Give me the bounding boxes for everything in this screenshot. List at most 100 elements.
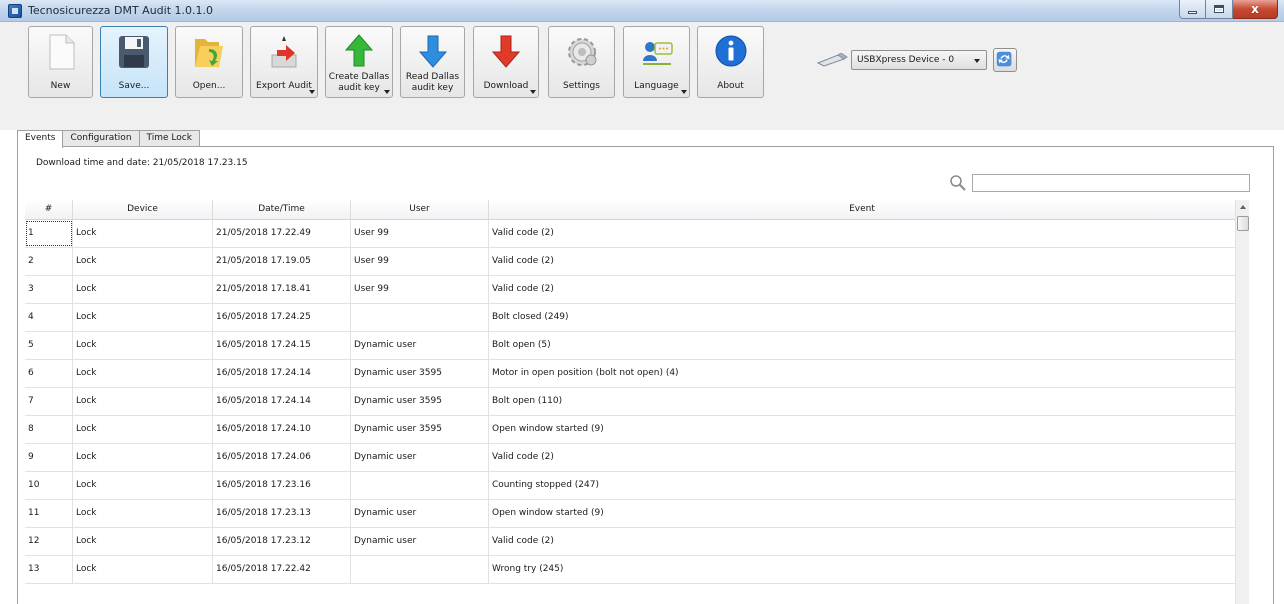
new-file-icon [49,34,74,70]
close-icon: x [1251,2,1259,16]
cell-event: Bolt open (5) [492,340,551,350]
title-bar: Tecnosicurezza DMT Audit 1.0.1.0 x [0,0,1284,22]
about-label: About [717,81,744,91]
info-icon [715,35,746,67]
vertical-scrollbar[interactable] [1235,200,1249,604]
minimize-icon [1188,10,1197,14]
open-label: Open... [192,81,226,91]
cell-datetime: 16/05/2018 17.23.13 [213,500,351,527]
device-select[interactable]: USBXpress Device - 0 [851,50,987,70]
new-label: New [50,81,71,91]
cell-device: Lock [73,472,213,499]
cell-event: Bolt closed (249) [492,312,569,322]
create-dallas-audit-key-button[interactable]: Create Dallas audit key [325,26,393,98]
cell-number: 2 [25,248,73,275]
language-dropdown-arrow-icon [681,90,687,94]
cell-device: Lock [73,416,213,443]
cell-datetime: 16/05/2018 17.24.14 [213,360,351,387]
cell-datetime: 16/05/2018 17.24.14 [213,388,351,415]
create-dallas-label-line2: audit key [338,83,380,93]
settings-button[interactable]: Settings [548,26,615,98]
cell-number: 11 [25,500,73,527]
table-row[interactable]: 3 Lock 21/05/2018 17.18.41 User 99 Valid cod… [25,276,1235,304]
about-button[interactable]: About [697,26,764,98]
tab-configuration[interactable]: Configuration [62,130,140,147]
language-button[interactable]: Language [623,26,690,98]
cell-user: User 99 [351,276,489,303]
column-header-user[interactable]: User [351,200,489,219]
usb-stick-icon [816,53,848,67]
cell-device: Lock [73,556,213,583]
table-row[interactable]: 13 Lock 16/05/2018 17.22.42 Wrong try (245) [25,556,1235,584]
language-speech-icon [642,42,673,65]
table-row[interactable]: 5 Lock 16/05/2018 17.24.15 Dynamic user Bolt… [25,332,1235,360]
refresh-devices-button[interactable] [993,48,1017,72]
cell-number: 4 [25,304,73,331]
cell-datetime: 16/05/2018 17.24.25 [213,304,351,331]
table-row[interactable]: 10 Lock 16/05/2018 17.23.16 Counting stoppe… [25,472,1235,500]
export-audit-label: Export Audit [256,81,312,91]
open-button[interactable]: Open... [175,26,243,98]
tab-time-lock[interactable]: Time Lock [138,130,200,147]
green-up-arrow-icon [344,34,374,67]
column-header-device[interactable]: Device [73,200,213,219]
column-header-event[interactable]: Event [489,200,1235,219]
new-button[interactable]: New [28,26,93,98]
cell-user: Dynamic user 3595 [351,360,489,387]
table-row[interactable]: 9 Lock 16/05/2018 17.24.06 Dynamic user Vali… [25,444,1235,472]
cell-number: 5 [25,332,73,359]
tab-events[interactable]: Events [17,130,64,148]
cell-device: Lock [73,304,213,331]
cell-user: Dynamic user [351,528,489,555]
tab-bar: Events Configuration Time Lock [17,130,200,148]
table-row[interactable]: 6 Lock 16/05/2018 17.24.14 Dynamic user 359… [25,360,1235,388]
language-label: Language [634,81,679,91]
table-body: 1 Lock 21/05/2018 17.22.49 User 99 Valid cod… [25,220,1235,584]
window-title: Tecnosicurezza DMT Audit 1.0.1.0 [28,4,214,17]
cell-number: 13 [25,556,73,583]
minimize-button[interactable] [1179,0,1206,19]
cell-datetime: 16/05/2018 17.23.16 [213,472,351,499]
cell-user: Dynamic user 3595 [351,388,489,415]
cell-user [351,556,489,583]
save-button[interactable]: Save... [100,26,168,98]
cell-user: User 99 [351,220,489,247]
scrollbar-thumb[interactable] [1237,216,1249,231]
table-row[interactable]: 4 Lock 16/05/2018 17.24.25 Bolt closed (249… [25,304,1235,332]
table-row[interactable]: 2 Lock 21/05/2018 17.19.05 User 99 Valid cod… [25,248,1235,276]
cell-number: 1 [25,220,73,247]
cell-number: 8 [25,416,73,443]
maximize-button[interactable] [1206,0,1233,19]
create-dallas-label-line1: Create Dallas [328,72,390,82]
cell-user: User 99 [351,248,489,275]
column-header-number[interactable]: # [25,200,73,219]
cell-device: Lock [73,220,213,247]
cell-device: Lock [73,360,213,387]
cell-device: Lock [73,276,213,303]
read-dallas-audit-key-button[interactable]: Read Dallas audit key [400,26,465,98]
events-table: # Device Date/Time User Event 1 Lock 21/05… [25,200,1235,584]
search-input[interactable] [972,174,1250,192]
cell-datetime: 21/05/2018 17.19.05 [213,248,351,275]
refresh-icon [996,51,1012,67]
app-icon [8,4,22,18]
download-button[interactable]: Download [473,26,539,98]
cell-device: Lock [73,500,213,527]
table-row[interactable]: 11 Lock 16/05/2018 17.23.13 Dynamic user Ope… [25,500,1235,528]
cell-device: Lock [73,332,213,359]
export-audit-button[interactable]: Export Audit [250,26,318,98]
table-row[interactable]: 12 Lock 16/05/2018 17.23.12 Dynamic user Val… [25,528,1235,556]
cell-event: Open window started (9) [492,424,604,434]
cell-event: Wrong try (245) [492,564,564,574]
table-row[interactable]: 1 Lock 21/05/2018 17.22.49 User 99 Valid cod… [25,220,1235,248]
scroll-up-arrow-icon[interactable] [1240,205,1246,209]
read-dallas-label: Read Dallas audit key [401,72,464,94]
cell-number: 7 [25,388,73,415]
table-row[interactable]: 7 Lock 16/05/2018 17.24.14 Dynamic user 359… [25,388,1235,416]
cell-datetime: 16/05/2018 17.24.06 [213,444,351,471]
column-header-datetime[interactable]: Date/Time [213,200,351,219]
table-row[interactable]: 8 Lock 16/05/2018 17.24.10 Dynamic user 359… [25,416,1235,444]
close-button[interactable]: x [1233,0,1278,19]
read-dallas-label-line2: audit key [411,83,454,93]
cell-event: Motor in open position (bolt not open) (… [492,368,679,378]
